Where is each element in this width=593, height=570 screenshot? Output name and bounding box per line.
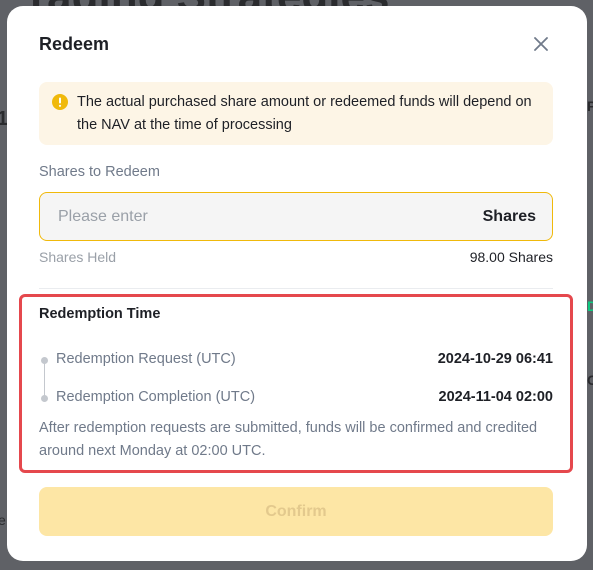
redemption-completion-label: Redemption Completion (UTC) xyxy=(56,389,256,405)
redemption-time-title: Redemption Time xyxy=(39,306,161,322)
shares-to-redeem-label: Shares to Redeem xyxy=(39,164,160,180)
redeem-modal: Redeem The actual purchased share amount… xyxy=(7,6,587,561)
redemption-completion-time: 2024-11-04 02:00 xyxy=(438,389,554,405)
background-right-fragment: C xyxy=(587,372,593,388)
notice-text: The actual purchased share amount or red… xyxy=(77,94,532,133)
modal-title: Redeem xyxy=(39,34,110,54)
background-right-fragment: P xyxy=(587,98,593,114)
shares-input[interactable] xyxy=(56,206,483,227)
timeline-dot xyxy=(41,357,48,364)
confirm-button[interactable]: Confirm xyxy=(39,487,553,536)
redemption-completion-row: Redemption Completion (UTC) 2024-11-04 0… xyxy=(56,389,553,405)
shares-input-wrapper[interactable]: Shares xyxy=(39,192,553,241)
background-left-bottom-fragment: e xyxy=(0,512,6,528)
redemption-request-row: Redemption Request (UTC) 2024-10-29 06:4… xyxy=(56,351,553,367)
shares-held-value: 98.00 Shares xyxy=(469,249,553,265)
redemption-request-time: 2024-10-29 06:41 xyxy=(437,351,553,367)
divider xyxy=(39,288,553,289)
timeline-connector xyxy=(44,360,45,398)
notice-banner: The actual purchased share amount or red… xyxy=(39,82,553,145)
redemption-request-label: Redemption Request (UTC) xyxy=(56,351,236,367)
shares-held-label: Shares Held xyxy=(39,249,117,265)
background-right-fragment: D xyxy=(587,298,593,314)
shares-unit-label: Shares xyxy=(482,207,536,225)
shares-held-row: Shares Held 98.00 Shares xyxy=(39,249,553,265)
redemption-info-text: After redemption requests are submitted,… xyxy=(39,420,538,459)
timeline-dot xyxy=(41,395,48,402)
close-button[interactable] xyxy=(530,33,552,55)
warning-icon xyxy=(52,94,68,110)
close-icon xyxy=(534,37,548,51)
